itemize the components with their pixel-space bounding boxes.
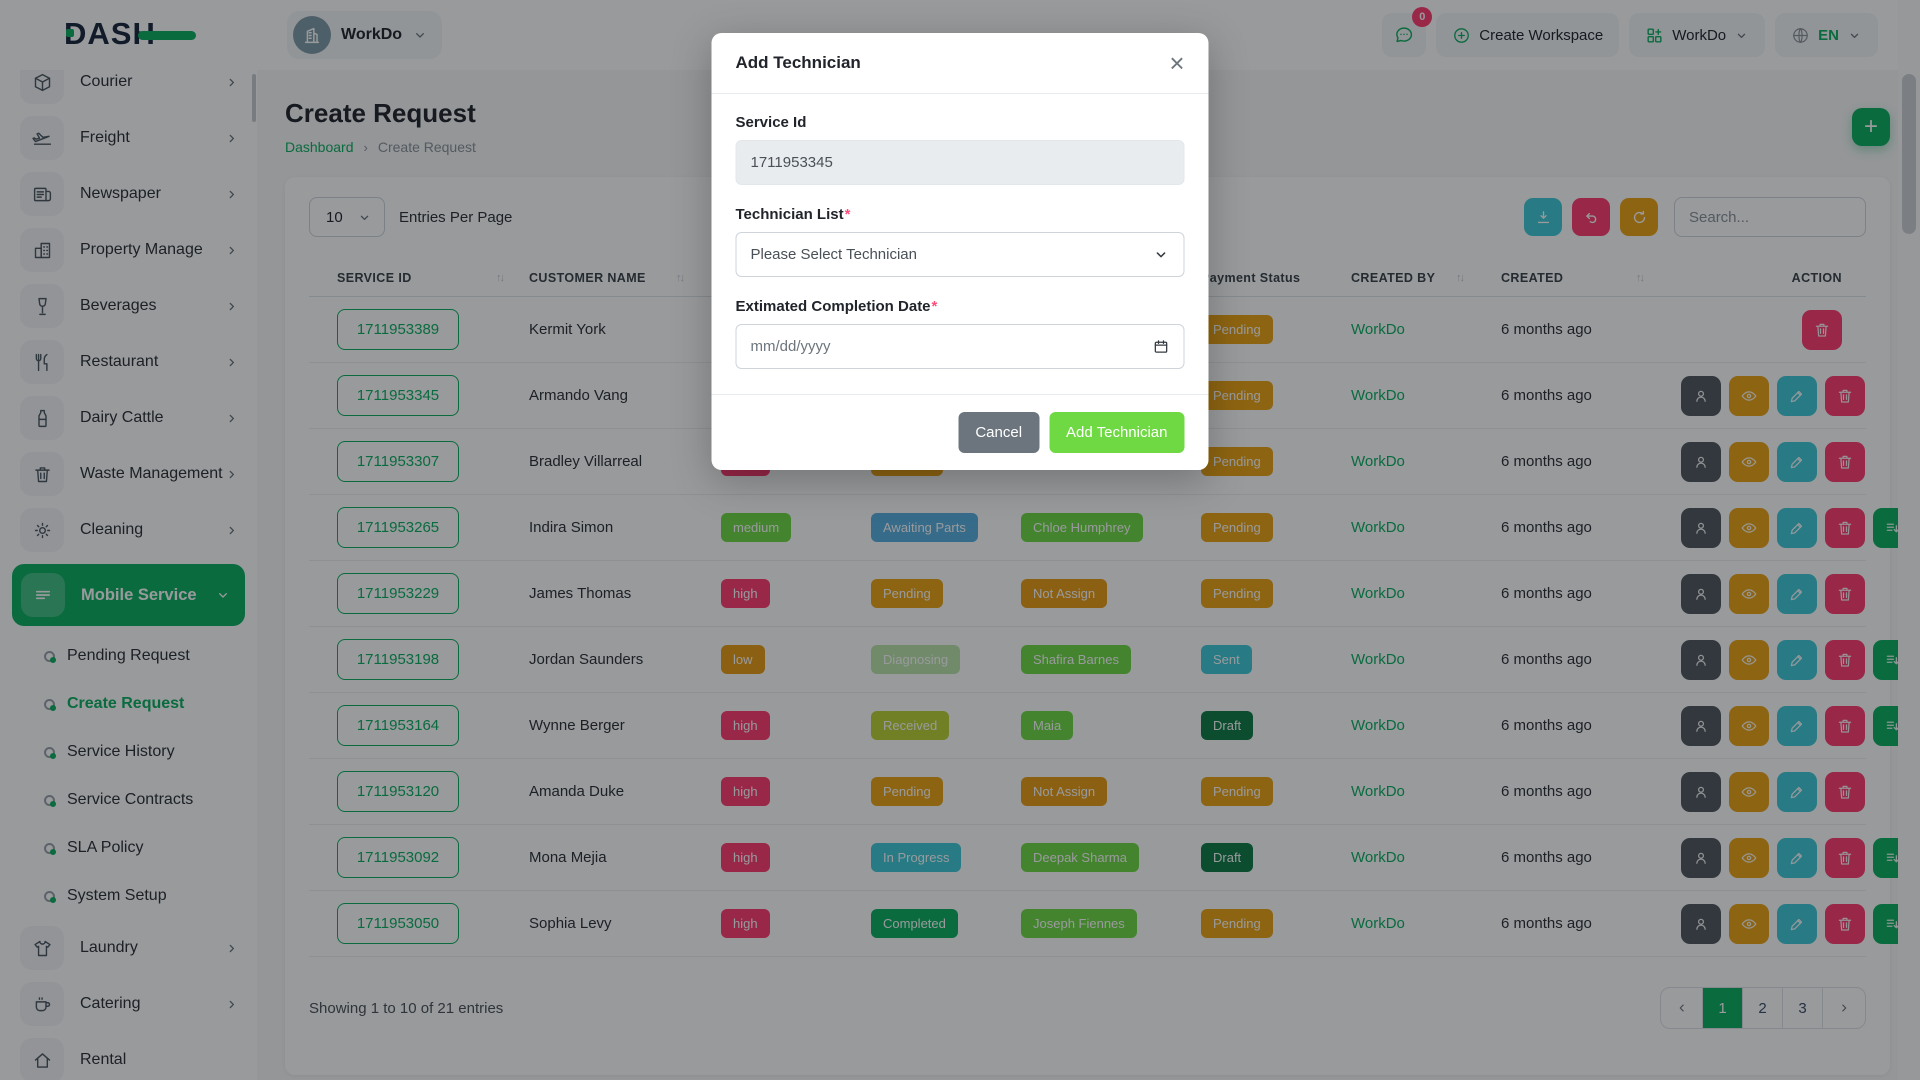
modal-title: Add Technician [735, 53, 861, 72]
close-icon[interactable]: × [1169, 50, 1184, 76]
service-id-value: 1711953345 [750, 154, 833, 171]
completion-date-label: Extimated Completion Date* [736, 298, 1185, 315]
required-asterisk: * [844, 206, 851, 223]
calendar-icon [1153, 338, 1170, 355]
completion-date-input[interactable]: mm/dd/yyyy [735, 324, 1185, 369]
service-id-field: 1711953345 [735, 140, 1185, 185]
technician-label-text: Technician List [735, 206, 844, 223]
technician-select-value: Please Select Technician [750, 246, 918, 263]
date-placeholder: mm/dd/yyyy [750, 338, 831, 355]
chevron-down-icon [1156, 252, 1166, 258]
add-technician-button[interactable]: Add Technician [1049, 412, 1185, 453]
date-label-text: Extimated Completion Date [735, 298, 931, 315]
cancel-button[interactable]: Cancel [958, 412, 1040, 453]
technician-select[interactable]: Please Select Technician [735, 232, 1185, 277]
service-id-label: Service Id [735, 114, 807, 131]
add-technician-modal: Add Technician × Service Id 1711953345 T… [711, 33, 1209, 470]
calendar-icon [1154, 340, 1168, 353]
technician-list-label: Technician List* [736, 206, 1185, 223]
chevron-down-icon [1153, 246, 1170, 263]
required-asterisk: * [931, 298, 938, 315]
